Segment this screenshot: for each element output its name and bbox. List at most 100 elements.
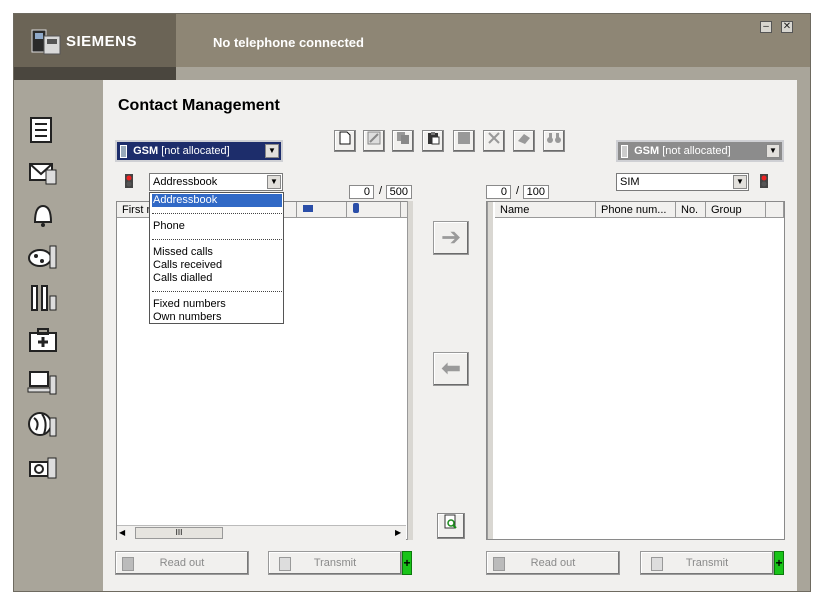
right-count-slash: / <box>516 185 520 197</box>
dropdown-item-phone[interactable]: Phone <box>152 220 282 233</box>
page-title: Contact Management <box>118 97 280 114</box>
right-source-sub: [not allocated] <box>662 145 731 157</box>
chevron-down-icon[interactable]: ▼ <box>733 175 747 189</box>
right-splitter[interactable] <box>487 202 493 539</box>
right-contact-list[interactable] <box>486 201 785 540</box>
right-source-main: GSM <box>634 145 660 157</box>
traffic-light-icon <box>125 174 133 188</box>
chevron-down-icon[interactable]: ▼ <box>265 144 279 158</box>
binoculars-icon <box>547 133 561 143</box>
scroll-left-icon[interactable]: ◀ <box>119 528 125 537</box>
transfer-right-button[interactable]: ➔ <box>433 221 469 255</box>
right-column-number[interactable]: No. <box>676 202 706 218</box>
left-source-select[interactable]: GSM [not allocated] ▼ <box>115 140 283 162</box>
preview-button[interactable] <box>437 513 465 539</box>
eraser-button[interactable] <box>513 130 535 152</box>
paste-icon <box>428 132 440 145</box>
dropdown-item-calls-dialled[interactable]: Calls dialled <box>152 272 282 285</box>
chevron-down-icon[interactable]: ▼ <box>766 144 780 158</box>
right-count-total: 100 <box>523 185 549 199</box>
sidebar-first-aid-icon[interactable] <box>26 324 60 356</box>
dropdown-item-calls-received[interactable]: Calls received <box>152 259 282 272</box>
sidebar-tools-icon[interactable] <box>26 282 60 314</box>
transmit-icon <box>651 557 663 571</box>
edit-contact-button[interactable] <box>363 130 385 152</box>
right-source-select[interactable]: GSM [not allocated] ▼ <box>616 140 784 162</box>
left-read-out-label: Read out <box>159 557 205 569</box>
right-column-filler <box>766 202 784 218</box>
left-source-sub: [not allocated] <box>161 145 230 157</box>
minimize-button[interactable]: – <box>760 21 772 33</box>
group-icon <box>303 205 313 212</box>
left-count-total: 500 <box>386 185 412 199</box>
arrow-left-icon: ⬅ <box>440 355 462 382</box>
phone-logo-icon <box>31 29 61 55</box>
sidebar-internet-icon[interactable] <box>26 408 60 440</box>
left-transmit-button[interactable]: Transmit <box>268 551 402 575</box>
search-button[interactable] <box>543 130 565 152</box>
brand-name: SIEMENS <box>66 33 138 50</box>
paste-button[interactable] <box>422 130 444 152</box>
copy-icon <box>397 132 409 144</box>
phone-small-icon <box>353 203 359 213</box>
transmit-icon <box>279 557 291 571</box>
right-storage-select[interactable]: SIM ▼ <box>616 173 749 191</box>
stop-button[interactable] <box>453 130 475 152</box>
edit-icon <box>367 131 381 145</box>
dropdown-separator <box>152 291 282 292</box>
right-column-phone-number[interactable]: Phone num... <box>596 202 676 218</box>
sidebar-ringtones-icon[interactable] <box>26 198 60 230</box>
left-storage-value: Addressbook <box>153 176 218 188</box>
right-count-current: 0 <box>486 185 511 199</box>
left-count-slash: / <box>379 185 383 197</box>
right-column-group[interactable]: Group <box>706 202 766 218</box>
close-button[interactable]: ✕ <box>781 21 793 33</box>
sidebar-camera-icon[interactable] <box>26 450 60 482</box>
new-document-icon <box>339 131 351 145</box>
new-contact-button[interactable] <box>334 130 356 152</box>
right-transmit-label: Transmit <box>685 557 729 569</box>
right-column-name[interactable]: Name <box>495 202 596 218</box>
left-storage-select[interactable]: Addressbook ▼ <box>149 173 283 191</box>
header-strip <box>14 67 176 80</box>
left-transmit-label: Transmit <box>313 557 357 569</box>
right-transmit-button[interactable]: Transmit <box>640 551 774 575</box>
delete-icon <box>488 132 500 144</box>
right-plus-button[interactable]: + <box>774 551 784 575</box>
left-column-group[interactable] <box>297 202 347 218</box>
dropdown-item-addressbook[interactable]: Addressbook <box>152 194 282 207</box>
sidebar-contacts-icon[interactable] <box>26 114 60 146</box>
left-column-sim[interactable] <box>347 202 401 218</box>
connection-status: No telephone connected <box>213 35 364 50</box>
phone-small-icon <box>621 144 628 158</box>
left-read-out-button[interactable]: Read out <box>115 551 249 575</box>
read-out-icon <box>493 557 505 571</box>
sidebar-pictures-icon[interactable] <box>26 240 60 272</box>
dropdown-item-missed-calls[interactable]: Missed calls <box>152 246 282 259</box>
scroll-thumb[interactable]: III <box>135 527 223 539</box>
read-out-icon <box>122 557 134 571</box>
phone-small-icon <box>120 144 127 158</box>
storage-dropdown-list: Addressbook Phone Missed calls Calls rec… <box>149 192 284 324</box>
right-read-out-label: Read out <box>530 557 576 569</box>
dropdown-item-own-numbers[interactable]: Own numbers <box>152 311 282 324</box>
search-document-icon <box>444 514 457 529</box>
traffic-light-icon <box>760 174 768 188</box>
sidebar-computer-icon[interactable] <box>26 366 60 398</box>
sidebar-messages-icon[interactable] <box>26 156 60 188</box>
arrow-right-icon: ➔ <box>440 224 462 251</box>
dropdown-separator <box>152 213 282 214</box>
chevron-down-icon[interactable]: ▼ <box>267 175 281 189</box>
delete-button[interactable] <box>483 130 505 152</box>
transfer-left-button[interactable]: ⬅ <box>433 352 469 386</box>
eraser-icon <box>518 134 530 144</box>
copy-button[interactable] <box>392 130 414 152</box>
left-splitter[interactable] <box>407 201 413 540</box>
scroll-right-icon[interactable]: ▶ <box>395 528 401 537</box>
left-horizontal-scrollbar[interactable]: ◀ III ▶ <box>117 525 406 540</box>
dropdown-item-fixed-numbers[interactable]: Fixed numbers <box>152 298 282 311</box>
right-read-out-button[interactable]: Read out <box>486 551 620 575</box>
left-count-current: 0 <box>349 185 374 199</box>
right-storage-value: SIM <box>620 176 640 188</box>
left-plus-button[interactable]: + <box>402 551 412 575</box>
